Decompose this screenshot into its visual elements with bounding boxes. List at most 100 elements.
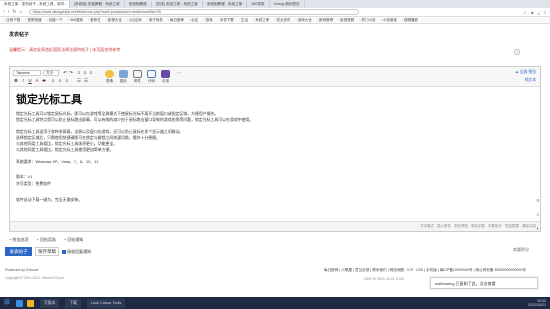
font-color-icon[interactable]: A: [34, 78, 40, 84]
align-right-icon[interactable]: ≡: [88, 70, 94, 76]
bookmark-item[interactable]: ▪影视视频: [338, 18, 354, 23]
editor-footer-link[interactable]: 插入附件: [437, 224, 451, 229]
tab-label: [在线] 系统之家 - 系统之家: [155, 2, 198, 6]
content-paragraph: 与其他同类工具相比，锁定光标工具使用更加简单方便。: [16, 147, 114, 152]
taskbar-item[interactable]: Lock Cursor Tools: [86, 298, 126, 308]
tab-label: Oneqq 新标签页: [273, 2, 300, 6]
taskbar-item[interactable]: 下载: [65, 298, 81, 308]
editor-footer-link[interactable]: 恢复数据: [505, 224, 519, 229]
bookmark-item[interactable]: ▪视频播放: [402, 18, 418, 23]
folder-icon: ▪: [126, 17, 129, 22]
footer-links[interactable]: 每日推荐 | 小黑屋 | 意见反馈 | 联系我们 | 网站地图 · ICP · …: [324, 268, 526, 273]
browser-tab[interactable]: [系统相] 安装教程 - 系统之家: [70, 1, 125, 8]
help-icon[interactable]: ?: [514, 49, 520, 55]
bookmark-item[interactable]: ▪游戏大全: [296, 18, 312, 23]
bold-icon[interactable]: B: [13, 78, 19, 84]
bookmark-item[interactable]: ▪手机下载: [218, 18, 234, 23]
copyright: Copyright © 2001-2021, Tencent Cloud.: [5, 276, 65, 280]
editor-status-bar: 文字格式 插入附件 发帖须知 剩余字数 字数统计 恢复数据 清除内容: [10, 221, 540, 231]
underline-icon[interactable]: U: [27, 78, 33, 84]
notify-checkbox[interactable]: 接收回复通知: [62, 249, 91, 255]
browser-tab[interactable]: 系统之家 - 发布帖子 - 系统工具，软件...×: [0, 1, 70, 8]
bookmark-item[interactable]: ▪应用下载: [4, 18, 20, 23]
emoji-button[interactable]: 表情: [104, 70, 115, 84]
folder-taskbar-icon[interactable]: [27, 299, 34, 307]
size-select[interactable]: 大小: [43, 70, 59, 76]
image-icon: [119, 70, 128, 78]
bookmark-item[interactable]: ▪生活: [239, 18, 248, 23]
bookmark-item[interactable]: ▪爱奇艺: [88, 18, 101, 23]
paperclip-icon: [133, 70, 142, 78]
option-link[interactable]: + 回帖奖励: [36, 237, 55, 243]
redo-icon[interactable]: ↷: [68, 70, 74, 76]
bookmark-item[interactable]: ▪百度一下: [47, 18, 63, 23]
folder-icon: ▪: [217, 17, 219, 22]
editor-footer-link[interactable]: 发帖须知: [454, 224, 468, 229]
bookmark-item[interactable]: ▪QQ空间: [127, 18, 142, 23]
warning-hint: 温馨提示：请勿发表违反国家法律法规的帖子 | 本页面仅供参考: [9, 47, 121, 52]
editor-footer-link[interactable]: 文字格式: [420, 224, 434, 229]
table-icon[interactable]: ☰: [76, 78, 82, 84]
notification-popup[interactable]: softsharing 已复制了此，点击查看: [430, 277, 538, 289]
bookmark-item[interactable]: ▪小说阅读: [381, 18, 397, 23]
browser-taskbar-icon[interactable]: [16, 299, 23, 307]
side-list-icon[interactable]: ≡: [534, 198, 542, 206]
bookmark-item[interactable]: ▪热门小说: [359, 18, 375, 23]
side-search-icon[interactable]: ⌕: [534, 212, 542, 220]
bookmark-item[interactable]: ▪热点资讯: [274, 18, 290, 23]
side-chat-icon[interactable]: ◐: [534, 226, 542, 234]
indent-icon[interactable]: ≡: [64, 78, 70, 84]
menu-icon[interactable]: ≡: [544, 10, 546, 15]
folder-icon: ▪: [167, 17, 170, 22]
bookmark-item[interactable]: ▪游戏: [203, 18, 212, 23]
bookmark-item[interactable]: ▪宽带测速: [25, 18, 41, 23]
ordered-list-icon[interactable]: ≡: [57, 78, 63, 84]
browser-tab[interactable]: 系统相教程 - 系统之家: [203, 1, 248, 8]
italic-icon[interactable]: I: [20, 78, 26, 84]
list-icon[interactable]: ≡: [50, 78, 56, 84]
extension-icon[interactable]: ◈: [531, 10, 534, 15]
bookmark-item[interactable]: ▪360搜索: [68, 18, 83, 23]
submit-post-button[interactable]: 发表帖子: [5, 247, 32, 256]
fullscreen-preview-link[interactable]: ▲ 全屏 预览: [515, 70, 536, 75]
more-tools-icon[interactable]: ⋯: [176, 70, 182, 76]
star-icon[interactable]: ☆: [523, 10, 527, 15]
editor-content[interactable]: 锁定光标工具 锁定光标工具可以锁定鼠标光标，即可以在游戏等全屏模式下使鼠标光标不…: [10, 88, 540, 221]
url-input[interactable]: https://www.xitongzhijia.net/bbs/forum.p…: [28, 9, 359, 15]
browser-tab[interactable]: 系统相教程: [125, 1, 152, 8]
bookmark-item[interactable]: ▪每日推荐: [168, 18, 184, 23]
option-link[interactable]: + 附加选项: [9, 237, 28, 243]
browser-tab[interactable]: [在线] 系统之家 - 系统之家: [152, 1, 203, 8]
bookmark-item[interactable]: ▪系统之家: [253, 18, 269, 23]
bookmark-item[interactable]: ▪必应: [189, 18, 198, 23]
folder-icon: ▪: [46, 17, 48, 22]
strike-icon[interactable]: S: [41, 78, 47, 84]
option-link[interactable]: + 回帖通知: [64, 237, 83, 243]
quote-button[interactable]: 引用: [160, 70, 171, 84]
back-icon[interactable]: ‹: [3, 9, 5, 15]
home-icon[interactable]: ⌂: [20, 9, 23, 15]
bookmark-item[interactable]: ▪影视大全: [106, 18, 122, 23]
plain-text-link[interactable]: 纯文本: [525, 78, 536, 83]
hr-icon[interactable]: ☰: [83, 78, 89, 84]
license-text: 许可类型：免费软件: [16, 181, 52, 186]
image-button[interactable]: 图片: [118, 70, 129, 84]
code-button[interactable]: 代码: [146, 70, 157, 84]
bookmark-item[interactable]: ▪电子商务: [147, 18, 163, 23]
attachment-button[interactable]: 附件: [132, 70, 143, 84]
download-icon[interactable]: ⤓: [538, 10, 540, 15]
editor-footer-link[interactable]: 字数统计: [488, 224, 502, 229]
taskbar-item[interactable]: 写版本: [40, 298, 60, 308]
smiley-icon: [105, 70, 114, 78]
post-options: + 附加选项 + 回帖奖励 + 回帖通知: [9, 237, 83, 243]
save-draft-button[interactable]: 保存草稿: [35, 247, 59, 256]
windows-start-icon[interactable]: ⊞: [4, 299, 12, 307]
browser-tab[interactable]: Oneqq 新标签页: [270, 1, 305, 8]
tab-label: 360导航: [251, 2, 265, 6]
font-select[interactable]: Tahoma: [13, 70, 41, 76]
bookmark-item[interactable]: ▪新浪微博: [317, 18, 333, 23]
forward-icon[interactable]: ›: [8, 9, 10, 15]
system-clock[interactable]: 10:00 2021/10/21: [528, 299, 546, 307]
browser-tab[interactable]: 360导航: [247, 1, 270, 8]
refresh-icon[interactable]: ↻: [12, 9, 16, 15]
